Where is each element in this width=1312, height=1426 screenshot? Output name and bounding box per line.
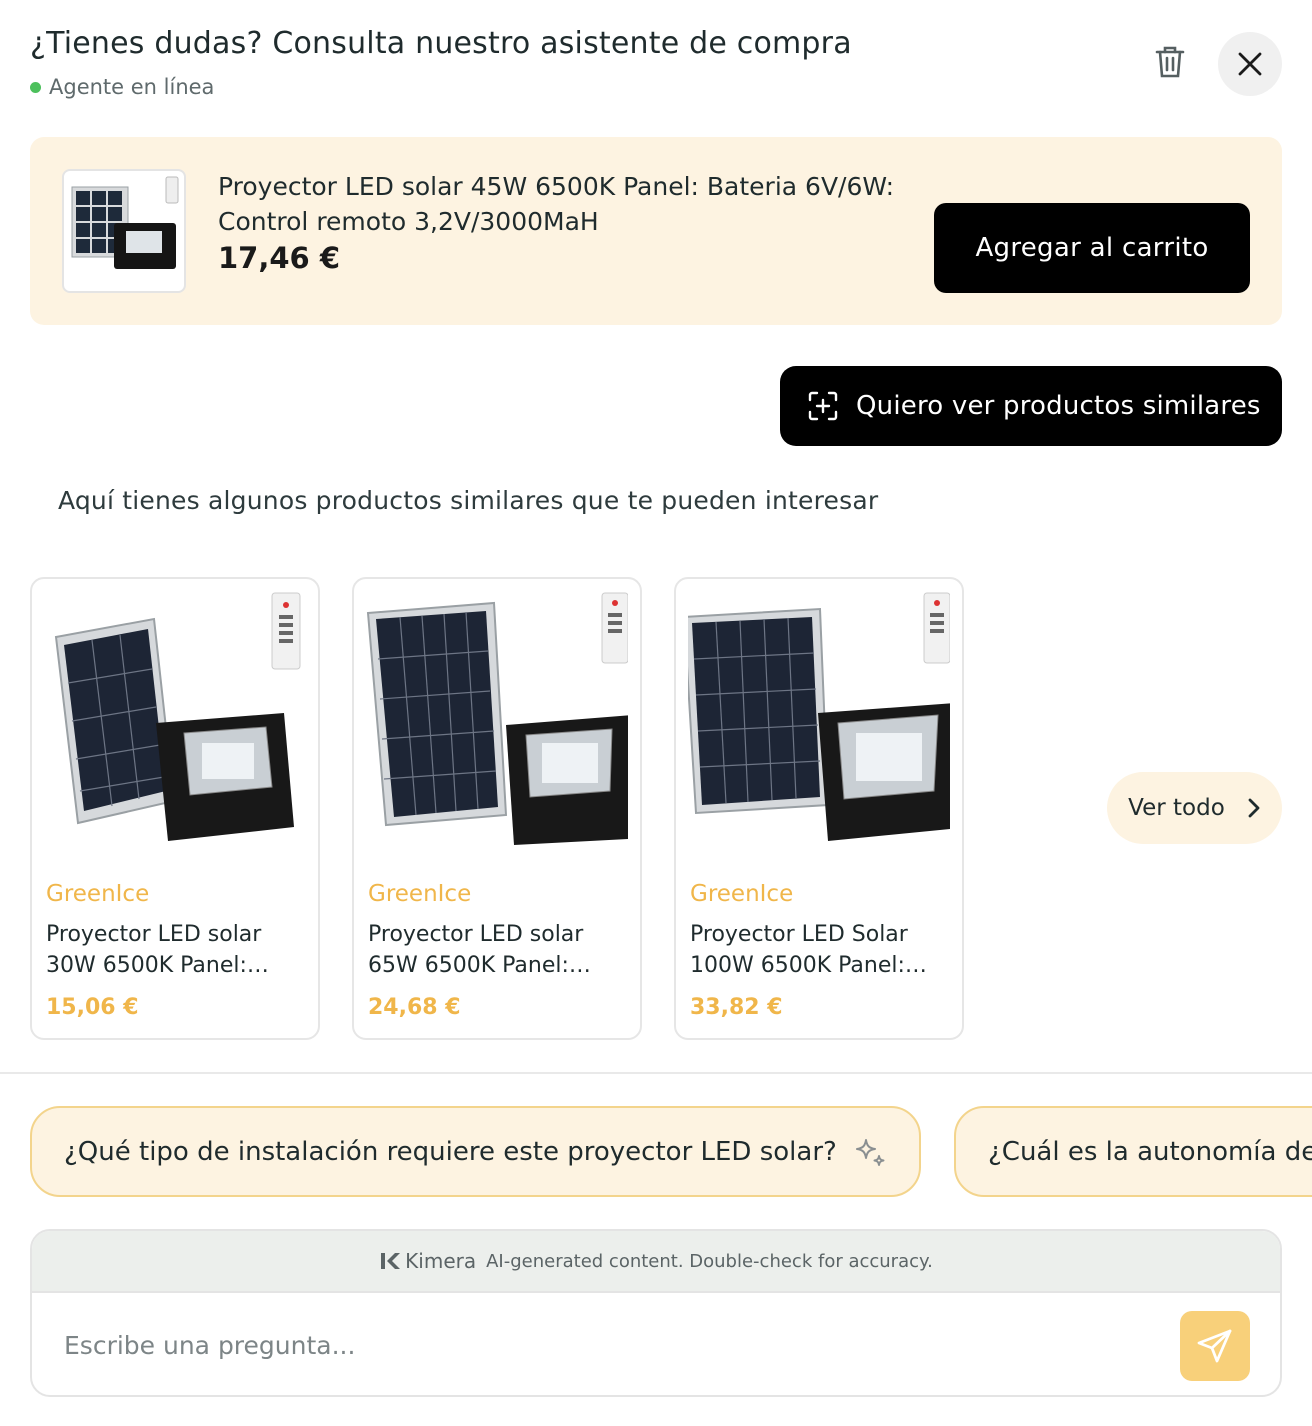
user-message: Quiero ver productos similares (780, 366, 1282, 446)
disclaimer-text: AI-generated content. Double-check for a… (486, 1250, 933, 1272)
product-price: 15,06 € (46, 995, 139, 1020)
product-name: Proyector LED solar 45W 6500K Panel: Bat… (218, 172, 895, 236)
product-image (688, 592, 950, 841)
send-icon (1197, 1329, 1232, 1363)
close-icon (1238, 52, 1262, 76)
send-button[interactable] (1180, 1311, 1250, 1381)
message-composer: Kimera AI-generated content. Double-chec… (30, 1229, 1282, 1397)
product-image (366, 592, 628, 845)
product-brand: GreenIce (368, 881, 472, 907)
similar-product-card[interactable]: GreenIce Proyector LED solar 65W 6500K P… (352, 577, 642, 1040)
kimera-brand: Kimera (405, 1249, 477, 1273)
add-to-cart-button[interactable]: Agregar al carrito (934, 203, 1250, 293)
scan-plus-icon (808, 391, 838, 421)
kimera-logo: Kimera (379, 1249, 476, 1273)
see-all-button[interactable]: Ver todo (1107, 772, 1282, 844)
similar-product-card[interactable]: GreenIce Proyector LED Solar 100W 6500K … (674, 577, 964, 1040)
chat-title: ¿Tienes dudas? Consulta nuestro asistent… (30, 26, 852, 61)
divider (0, 1072, 1312, 1074)
suggestion-chip[interactable]: ¿Cuál es la autonomía de (954, 1106, 1312, 1197)
trash-icon (1155, 46, 1185, 78)
product-brand: GreenIce (46, 881, 150, 907)
product-name: Proyector LED Solar 100W 6500K Panel:… (690, 922, 927, 978)
user-message-text: Quiero ver productos similares (856, 391, 1261, 421)
kimera-logo-icon (381, 1253, 401, 1269)
product-image (62, 169, 186, 293)
suggestion-text: ¿Cuál es la autonomía de (988, 1136, 1312, 1167)
product-price: 17,46 € (218, 241, 341, 275)
product-price: 33,82 € (690, 995, 783, 1020)
clear-chat-button[interactable] (1148, 40, 1192, 84)
product-price: 24,68 € (368, 995, 461, 1020)
sparkles-icon (856, 1139, 885, 1166)
online-dot-icon (30, 81, 41, 93)
product-name: Proyector LED solar 30W 6500K Panel: Bat… (46, 922, 262, 978)
ai-disclaimer: Kimera AI-generated content. Double-chec… (32, 1231, 1280, 1293)
bot-message: Aquí tienes algunos productos similares … (58, 486, 879, 515)
current-product-card: Proyector LED solar 45W 6500K Panel: Bat… (30, 137, 1282, 325)
see-all-label: Ver todo (1128, 795, 1225, 821)
suggestion-text: ¿Qué tipo de instalación requiere este p… (64, 1136, 837, 1167)
product-image (54, 592, 301, 841)
chevron-right-icon (1248, 798, 1260, 818)
product-name: Proyector LED solar 65W 6500K Panel: Bat… (368, 922, 584, 978)
agent-status: Agente en línea (30, 75, 1282, 99)
product-brand: GreenIce (690, 881, 794, 907)
close-button[interactable] (1218, 32, 1282, 96)
agent-status-label: Agente en línea (49, 75, 215, 99)
question-input[interactable] (64, 1323, 1144, 1367)
suggestion-chip[interactable]: ¿Qué tipo de instalación requiere este p… (30, 1106, 921, 1197)
chat-header: ¿Tienes dudas? Consulta nuestro asistent… (30, 26, 1282, 106)
similar-product-card[interactable]: GreenIce Proyector LED solar 30W 6500K P… (30, 577, 320, 1040)
